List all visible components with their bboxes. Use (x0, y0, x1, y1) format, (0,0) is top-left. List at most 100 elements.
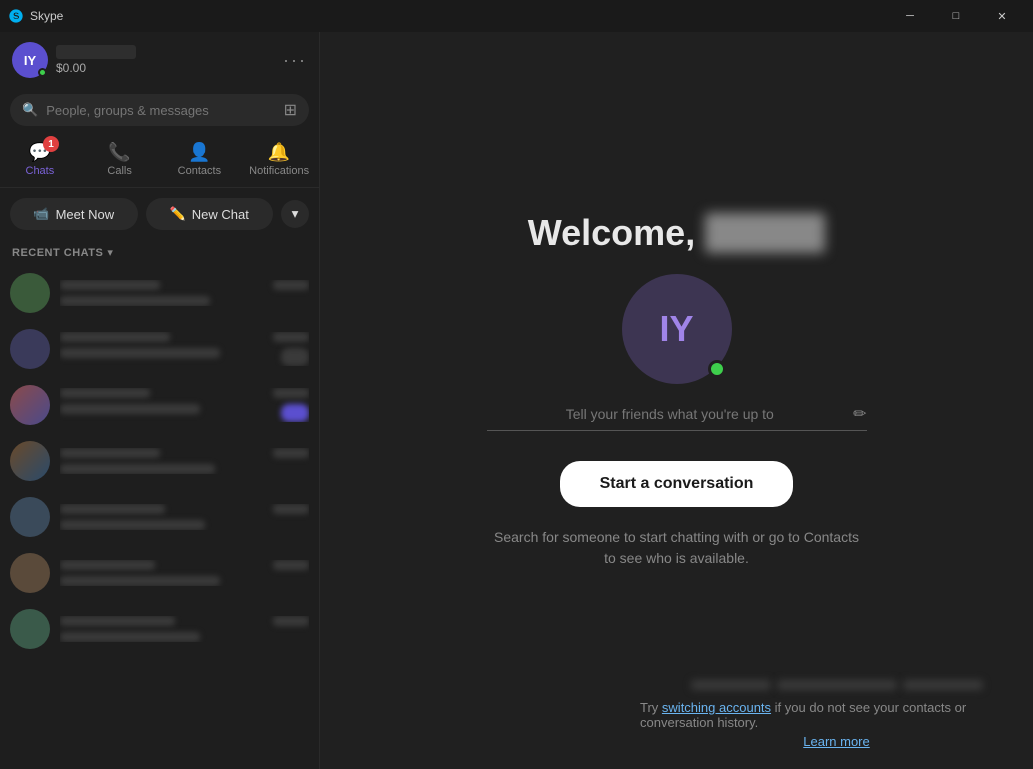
status-input-row: Tell your friends what you're up to ✏ (487, 404, 867, 431)
chat-name (60, 504, 165, 514)
grid-icon[interactable]: ⊞ (284, 100, 297, 120)
bottom-bar: Try switching accounts if you do not see… (640, 680, 1033, 749)
bottom-try-text: Try (640, 700, 658, 715)
chat-name (60, 332, 170, 342)
profile-info: $0.00 (56, 45, 275, 75)
chats-tab-label: Chats (26, 165, 55, 177)
list-item[interactable] (0, 489, 319, 545)
app-body: IY $0.00 ··· 🔍 ⊞ 💬 1 Chats (0, 32, 1033, 769)
chats-badge: 1 (43, 136, 59, 152)
video-icon: 📹 (33, 206, 49, 222)
list-item[interactable] (0, 545, 319, 601)
chat-time (273, 280, 309, 290)
chat-avatar (10, 273, 50, 313)
chat-avatar (10, 497, 50, 537)
search-bar: 🔍 ⊞ (10, 94, 309, 126)
calls-tab-label: Calls (107, 165, 131, 177)
chats-icon: 💬 1 (29, 142, 51, 163)
new-chat-dropdown[interactable]: ▾ (281, 200, 309, 228)
chat-name (60, 448, 160, 458)
chat-time (273, 560, 309, 570)
contacts-tab-label: Contacts (178, 165, 221, 177)
chat-time (273, 448, 309, 458)
contacts-icon: 👤 (188, 142, 210, 163)
search-hint: Search for someone to start chatting wit… (487, 527, 867, 569)
chat-info (60, 560, 309, 586)
calls-icon: 📞 (108, 142, 130, 163)
tab-calls[interactable]: 📞 Calls (80, 136, 160, 183)
chat-info (60, 332, 309, 366)
avatar[interactable]: IY (12, 42, 48, 78)
action-buttons: 📹 Meet Now ✏️ New Chat ▾ (0, 188, 319, 240)
chat-name (60, 280, 160, 290)
sidebar: IY $0.00 ··· 🔍 ⊞ 💬 1 Chats (0, 32, 320, 769)
chat-time (273, 388, 309, 398)
tab-chats[interactable]: 💬 1 Chats (0, 136, 80, 183)
main-avatar-wrapper: IY (622, 274, 732, 384)
chat-list (0, 265, 319, 769)
list-item[interactable] (0, 321, 319, 377)
learn-more-link[interactable]: Learn more (803, 734, 869, 749)
recent-chats-chevron: ▾ (107, 246, 113, 259)
recent-chats-header[interactable]: RECENT CHATS ▾ (0, 240, 319, 265)
edit-icon: ✏️ (170, 206, 186, 222)
new-chat-label: New Chat (192, 207, 249, 222)
tab-notifications[interactable]: 🔔 Notifications (239, 136, 319, 183)
meet-now-button[interactable]: 📹 Meet Now (10, 198, 138, 230)
list-item[interactable] (0, 433, 319, 489)
close-button[interactable]: ✕ (979, 0, 1025, 32)
chat-preview (60, 520, 205, 530)
meet-now-label: Meet Now (56, 207, 115, 222)
search-input[interactable] (46, 103, 275, 118)
titlebar-logo: Skype (8, 8, 887, 24)
chat-name (60, 388, 150, 398)
chat-preview (60, 296, 210, 306)
avatar-initials: IY (24, 53, 36, 68)
chat-avatar (10, 553, 50, 593)
minimize-button[interactable]: ─ (887, 0, 933, 32)
chat-info (60, 616, 309, 642)
more-options-button[interactable]: ··· (283, 50, 307, 71)
notifications-icon: 🔔 (268, 142, 290, 163)
chat-preview (60, 632, 200, 642)
chat-avatar (10, 329, 50, 369)
chat-info (60, 388, 309, 422)
chat-preview (60, 464, 215, 474)
username-blurred (705, 213, 825, 253)
nav-tabs: 💬 1 Chats 📞 Calls 👤 Contacts 🔔 Notificat… (0, 132, 319, 188)
search-icon: 🔍 (22, 102, 38, 118)
list-item[interactable] (0, 601, 319, 657)
status-placeholder: Tell your friends what you're up to (487, 406, 854, 422)
list-item[interactable] (0, 377, 319, 433)
chat-avatar (10, 609, 50, 649)
notifications-tab-label: Notifications (249, 165, 309, 177)
chat-info (60, 280, 309, 306)
chat-name (60, 616, 175, 626)
profile-name (56, 45, 136, 59)
window-controls: ─ □ ✕ (887, 0, 1025, 32)
list-item[interactable] (0, 265, 319, 321)
welcome-section: Welcome, IY Tell your friends what you'r… (487, 212, 867, 569)
main-online-dot (708, 360, 726, 378)
titlebar: Skype ─ □ ✕ (0, 0, 1033, 32)
welcome-text: Welcome, (528, 212, 695, 254)
chat-info (60, 448, 309, 474)
status-edit-icon[interactable]: ✏ (853, 404, 866, 424)
switching-accounts-link[interactable]: switching accounts (662, 700, 771, 715)
chat-avatar (10, 385, 50, 425)
skype-logo-icon (8, 8, 24, 24)
main-avatar-initials: IY (659, 308, 693, 350)
chat-avatar (10, 441, 50, 481)
new-chat-button[interactable]: ✏️ New Chat (146, 198, 274, 230)
profile-credit: $0.00 (56, 61, 275, 75)
chat-preview (60, 404, 200, 414)
welcome-title: Welcome, (528, 212, 825, 254)
maximize-button[interactable]: □ (933, 0, 979, 32)
switching-accounts-text: Try switching accounts if you do not see… (640, 700, 1033, 730)
start-conversation-button[interactable]: Start a conversation (560, 461, 794, 507)
main-content: Welcome, IY Tell your friends what you'r… (320, 32, 1033, 769)
chat-info (60, 504, 309, 530)
unread-badge (281, 348, 309, 366)
app-title: Skype (30, 9, 63, 23)
tab-contacts[interactable]: 👤 Contacts (160, 136, 240, 183)
